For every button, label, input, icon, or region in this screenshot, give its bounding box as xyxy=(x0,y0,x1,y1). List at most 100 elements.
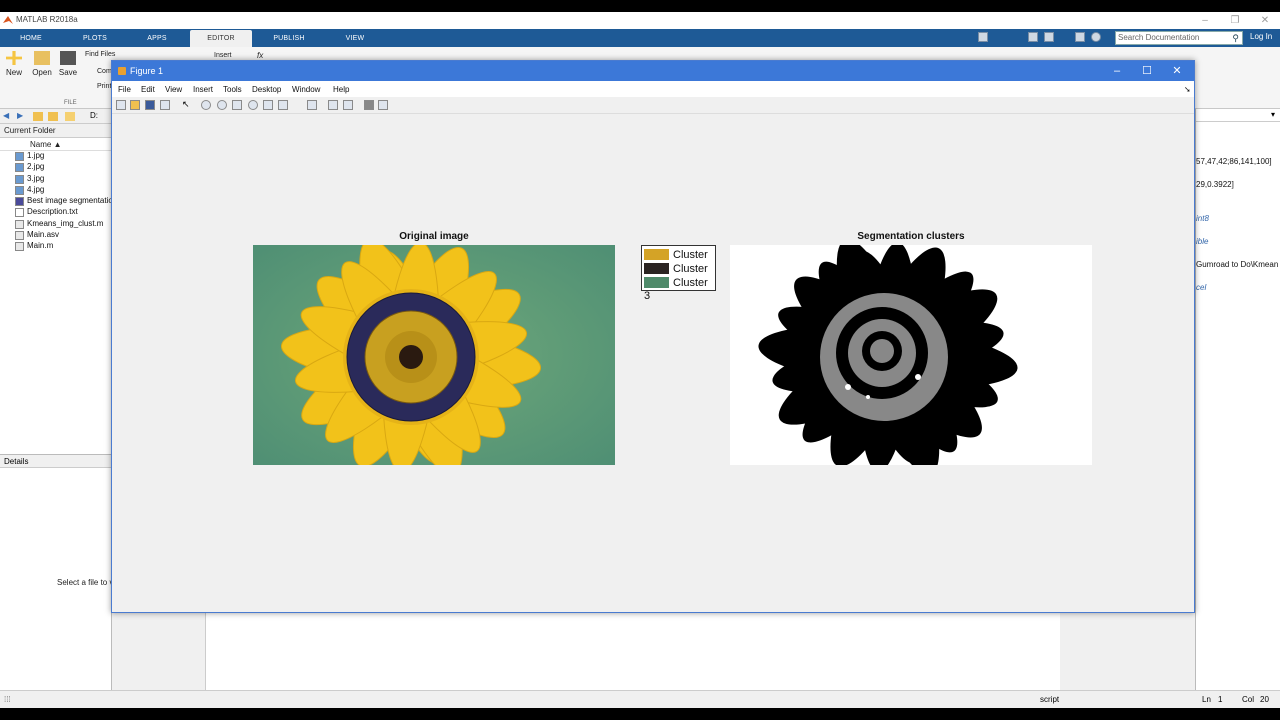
forward-icon[interactable]: ▶ xyxy=(17,111,23,120)
insert-button[interactable]: Insert xyxy=(214,52,232,59)
menu-view[interactable]: View xyxy=(165,85,182,94)
legend-swatch xyxy=(644,277,669,288)
minimize-button[interactable]: – xyxy=(1190,12,1220,29)
menu-file[interactable]: File xyxy=(118,85,131,94)
open-button[interactable]: Open xyxy=(31,51,53,77)
chevron-down-icon: ▾ xyxy=(1270,110,1275,119)
file-list: 1.jpg 2.jpg 3.jpg 4.jpg Best image segmentat… xyxy=(0,151,111,253)
new-icon xyxy=(6,51,22,65)
workspace-line: cel xyxy=(1196,283,1207,292)
file-item[interactable]: Main.m xyxy=(0,241,111,252)
original-image-title: Original image xyxy=(399,231,469,242)
file-icon xyxy=(15,197,24,207)
legend[interactable]: Cluster 1 Cluster 2 Cluster 3 xyxy=(641,245,716,302)
status-mode: script xyxy=(1040,695,1060,704)
save-icon xyxy=(60,51,76,65)
find-files-button[interactable]: Find Files xyxy=(85,51,115,58)
pointer-icon[interactable]: ↖ xyxy=(182,99,192,109)
tab-plots[interactable]: PLOTS xyxy=(75,30,115,47)
figure-toolbar: ↖ xyxy=(112,97,1194,114)
figure-close-button[interactable]: ✕ xyxy=(1162,61,1192,81)
menu-overflow-icon[interactable]: ➘ xyxy=(1184,85,1191,94)
file-item[interactable]: 2.jpg xyxy=(0,162,111,173)
details-message: Select a file to v xyxy=(57,578,114,587)
tab-editor[interactable]: EDITOR xyxy=(190,30,252,47)
new-button[interactable]: New xyxy=(5,51,23,77)
menu-desktop[interactable]: Desktop xyxy=(252,85,281,94)
close-button[interactable]: ✕ xyxy=(1250,12,1280,29)
menu-insert[interactable]: Insert xyxy=(193,85,213,94)
file-item[interactable]: Best image segmentatio xyxy=(0,196,111,207)
segmentation-title: Segmentation clusters xyxy=(857,231,965,242)
app-title: MATLAB R2018a xyxy=(16,15,78,24)
new-figure-icon[interactable] xyxy=(116,100,126,110)
figure-titlebar[interactable]: Figure 1 – ☐ ✕ xyxy=(112,61,1194,81)
menu-help[interactable]: Help xyxy=(333,85,349,94)
fx-button[interactable]: fx xyxy=(257,51,263,60)
browse-folder-icon[interactable] xyxy=(48,112,58,121)
zoom-out-icon[interactable] xyxy=(217,100,227,110)
file-icon xyxy=(15,174,24,184)
figure-minimize-button[interactable]: – xyxy=(1102,61,1132,81)
layout-quick-icon[interactable] xyxy=(1075,32,1085,42)
file-item[interactable]: 3.jpg xyxy=(0,174,111,185)
matlab-desktop: MATLAB R2018a – ❐ ✕ HOME PLOTS APPS EDIT… xyxy=(0,12,1280,708)
link-plot-icon[interactable] xyxy=(307,100,317,110)
status-col: 20 xyxy=(1260,695,1269,704)
tab-view[interactable]: VIEW xyxy=(335,30,375,47)
workspace-dropdown[interactable]: ▾ xyxy=(1196,109,1280,122)
undo-quick-icon[interactable] xyxy=(1044,32,1054,42)
file-icon xyxy=(15,152,24,161)
tab-publish[interactable]: PUBLISH xyxy=(262,30,316,47)
legend-icon[interactable] xyxy=(343,100,353,110)
address-bar: ◀ ▶ D: xyxy=(0,109,112,124)
folder-up-icon[interactable] xyxy=(33,112,43,121)
file-item[interactable]: Description.txt xyxy=(0,207,111,218)
menu-window[interactable]: Window xyxy=(292,85,320,94)
search-icon: ⚲ xyxy=(1232,33,1239,43)
file-item[interactable]: Main.asv xyxy=(0,230,111,241)
figure-icon xyxy=(118,67,126,75)
details-title: Details xyxy=(0,454,112,468)
figure-maximize-button[interactable]: ☐ xyxy=(1132,61,1162,81)
tab-home[interactable]: HOME xyxy=(12,30,50,47)
file-item[interactable]: Kmeans_img_clust.m xyxy=(0,219,111,230)
editor-area[interactable] xyxy=(205,612,1060,702)
search-input[interactable]: Search Documentation ⚲ xyxy=(1115,31,1243,45)
hide-tools-icon[interactable] xyxy=(364,100,374,110)
back-icon[interactable]: ◀ xyxy=(3,111,9,120)
help-icon[interactable] xyxy=(1091,32,1101,42)
data-cursor-icon[interactable] xyxy=(263,100,273,110)
figure-window[interactable]: Figure 1 – ☐ ✕ File Edit View Insert Too… xyxy=(111,60,1195,613)
original-image xyxy=(253,245,615,465)
workspace-panel: ▾ 57,47,42;86,141,100] 29,0.3922] int8 i… xyxy=(1195,109,1280,699)
name-column-header[interactable]: Name ▲ xyxy=(0,138,111,151)
zoom-in-icon[interactable] xyxy=(201,100,211,110)
legend-swatch xyxy=(644,263,669,274)
file-icon xyxy=(15,208,24,218)
file-item[interactable]: 1.jpg xyxy=(0,151,111,162)
copy-quick-icon[interactable] xyxy=(1028,32,1038,42)
status-ln-label: Ln xyxy=(1202,695,1211,704)
workspace-line: ible xyxy=(1196,237,1209,246)
open-file-icon[interactable] xyxy=(130,100,140,110)
brush-icon[interactable] xyxy=(278,100,288,110)
tab-apps[interactable]: APPS xyxy=(138,30,176,47)
address-path[interactable]: D: xyxy=(90,111,98,120)
workspace-line: 29,0.3922] xyxy=(1196,180,1234,189)
menu-tools[interactable]: Tools xyxy=(223,85,242,94)
colorbar-icon[interactable] xyxy=(328,100,338,110)
file-icon xyxy=(15,242,24,252)
pan-icon[interactable] xyxy=(232,100,242,110)
login-link[interactable]: Log In xyxy=(1250,32,1272,41)
maximize-button[interactable]: ❐ xyxy=(1220,12,1250,29)
print-figure-icon[interactable] xyxy=(160,100,170,110)
file-item[interactable]: 4.jpg xyxy=(0,185,111,196)
rotate-icon[interactable] xyxy=(248,100,258,110)
save-quick-icon[interactable] xyxy=(978,32,988,42)
dock-icon[interactable] xyxy=(378,100,388,110)
menu-edit[interactable]: Edit xyxy=(141,85,155,94)
save-figure-icon[interactable] xyxy=(145,100,155,110)
save-button[interactable]: Save xyxy=(58,51,78,77)
print-button[interactable]: Print xyxy=(97,83,111,90)
